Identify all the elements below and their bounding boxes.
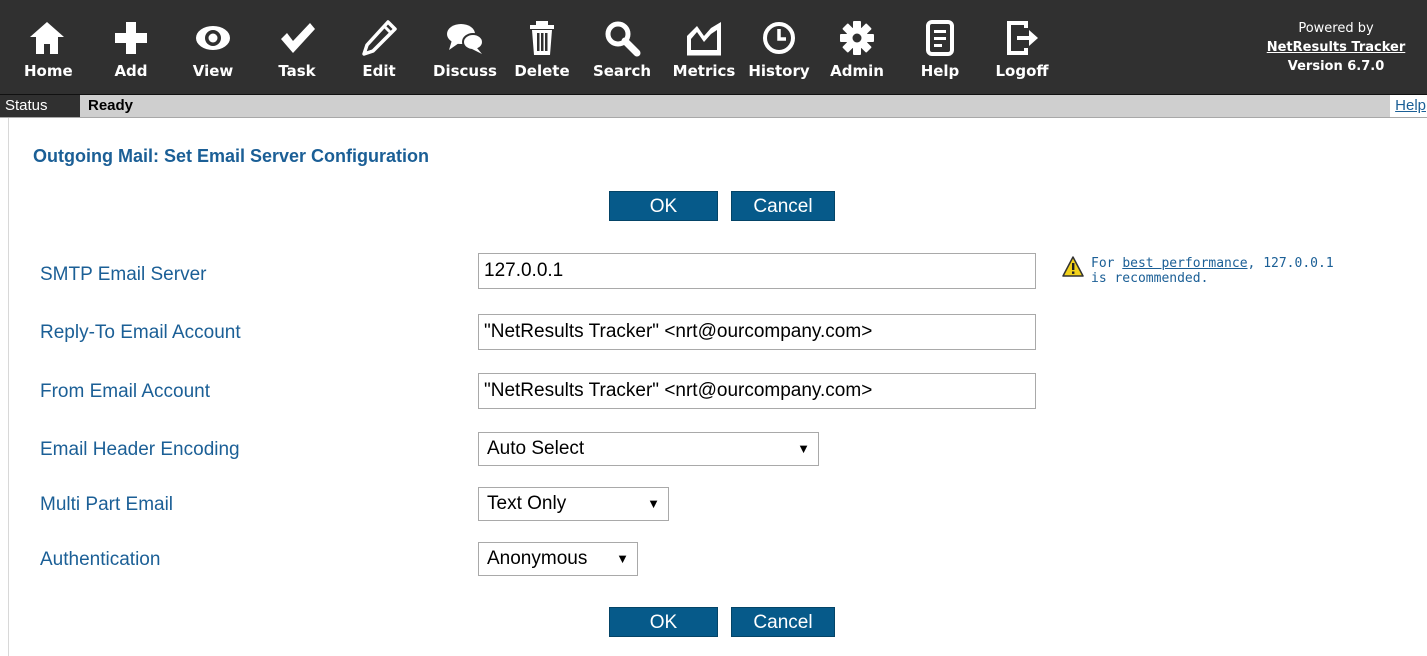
trash-icon	[522, 18, 562, 58]
eye-icon	[193, 18, 233, 58]
plus-icon	[111, 18, 151, 58]
help-link[interactable]: Help	[1390, 95, 1427, 117]
toolbar-task-button[interactable]: Task	[274, 0, 320, 94]
ok-button-top[interactable]: OK	[609, 191, 718, 221]
best-performance-link[interactable]: best performance	[1122, 256, 1247, 271]
cancel-button-bottom[interactable]: Cancel	[731, 607, 835, 637]
toolbar-add-button[interactable]: Add	[108, 0, 154, 94]
toolbar-add-label: Add	[114, 62, 148, 80]
authentication-label: Authentication	[40, 549, 161, 570]
toolbar-help-label: Help	[920, 62, 960, 80]
hint-prefix: For	[1091, 256, 1123, 271]
multipart-select[interactable]: Text Only ▼	[478, 487, 669, 521]
smtp-server-input[interactable]	[478, 253, 1036, 289]
multipart-value: Text Only	[487, 493, 567, 514]
clock-icon	[759, 18, 799, 58]
multipart-label: Multi Part Email	[40, 494, 174, 515]
toolbar-home-button[interactable]: Home	[24, 0, 73, 94]
toolbar-edit-label: Edit	[362, 62, 396, 80]
toolbar-home-label: Home	[24, 62, 73, 80]
toolbar-admin-label: Admin	[830, 62, 884, 80]
authentication-value: Anonymous	[487, 548, 588, 569]
toolbar-edit-button[interactable]: Edit	[357, 0, 401, 94]
toolbar-history-button[interactable]: History	[744, 0, 814, 94]
document-icon	[920, 18, 960, 58]
toolbar-task-label: Task	[278, 62, 316, 80]
dropdown-arrow-icon: ▼	[616, 551, 629, 566]
logoff-icon	[1002, 18, 1042, 58]
toolbar-search-button[interactable]: Search	[589, 0, 655, 94]
toolbar-view-button[interactable]: View	[188, 0, 238, 94]
header-encoding-label: Email Header Encoding	[40, 439, 240, 460]
product-link[interactable]: NetResults Tracker	[1267, 40, 1406, 55]
smtp-server-label: SMTP Email Server	[40, 264, 207, 285]
cancel-button-top[interactable]: Cancel	[731, 191, 835, 221]
reply-to-input[interactable]	[478, 314, 1036, 350]
main-toolbar: Home Add View Task Edit Discuss Delete S…	[0, 0, 1427, 95]
magnifier-icon	[602, 18, 642, 58]
chat-bubbles-icon	[445, 18, 485, 58]
toolbar-metrics-button[interactable]: Metrics	[669, 0, 739, 94]
checkmark-icon	[277, 18, 317, 58]
toolbar-admin-button[interactable]: Admin	[829, 0, 885, 94]
status-value: Ready	[88, 97, 134, 114]
toolbar-logoff-label: Logoff	[995, 62, 1049, 80]
toolbar-search-label: Search	[592, 62, 652, 80]
gear-icon	[837, 18, 877, 58]
toolbar-metrics-label: Metrics	[672, 62, 736, 80]
toolbar-delete-label: Delete	[514, 62, 570, 80]
home-icon	[27, 18, 67, 58]
toolbar-history-label: History	[748, 62, 810, 80]
version-text: Version 6.7.0	[1287, 59, 1385, 74]
header-encoding-select[interactable]: Auto Select ▼	[478, 432, 819, 466]
toolbar-discuss-button[interactable]: Discuss	[427, 0, 503, 94]
ok-button-bottom[interactable]: OK	[609, 607, 718, 637]
toolbar-help-button[interactable]: Help	[917, 0, 963, 94]
authentication-select[interactable]: Anonymous ▼	[478, 542, 638, 576]
content-divider	[8, 118, 9, 656]
dropdown-arrow-icon: ▼	[647, 496, 660, 511]
toolbar-delete-button[interactable]: Delete	[510, 0, 574, 94]
toolbar-logoff-button[interactable]: Logoff	[992, 0, 1052, 94]
hint-suffix: , 127.0.0.1	[1247, 256, 1334, 271]
powered-by-block: Powered by NetResults Tracker Version 6.…	[1251, 19, 1421, 76]
page-title: Outgoing Mail: Set Email Server Configur…	[33, 146, 430, 166]
status-bar: Status Ready Help	[0, 95, 1427, 118]
powered-by-text: Powered by	[1298, 21, 1374, 36]
warning-icon	[1062, 256, 1084, 278]
page: Home Add View Task Edit Discuss Delete S…	[0, 0, 1427, 656]
hint-line2: is recommended.	[1091, 271, 1209, 286]
pencil-icon	[359, 18, 399, 58]
chart-icon	[684, 18, 724, 58]
from-account-input[interactable]	[478, 373, 1036, 409]
reply-to-label: Reply-To Email Account	[40, 322, 241, 343]
status-label: Status	[0, 95, 80, 117]
from-account-label: From Email Account	[40, 381, 210, 402]
hint-text: For best performance, 127.0.0.1 is recomm…	[1091, 256, 1334, 286]
header-encoding-value: Auto Select	[487, 438, 585, 459]
toolbar-discuss-label: Discuss	[433, 62, 497, 80]
dropdown-arrow-icon: ▼	[797, 441, 810, 456]
toolbar-view-label: View	[192, 62, 234, 80]
